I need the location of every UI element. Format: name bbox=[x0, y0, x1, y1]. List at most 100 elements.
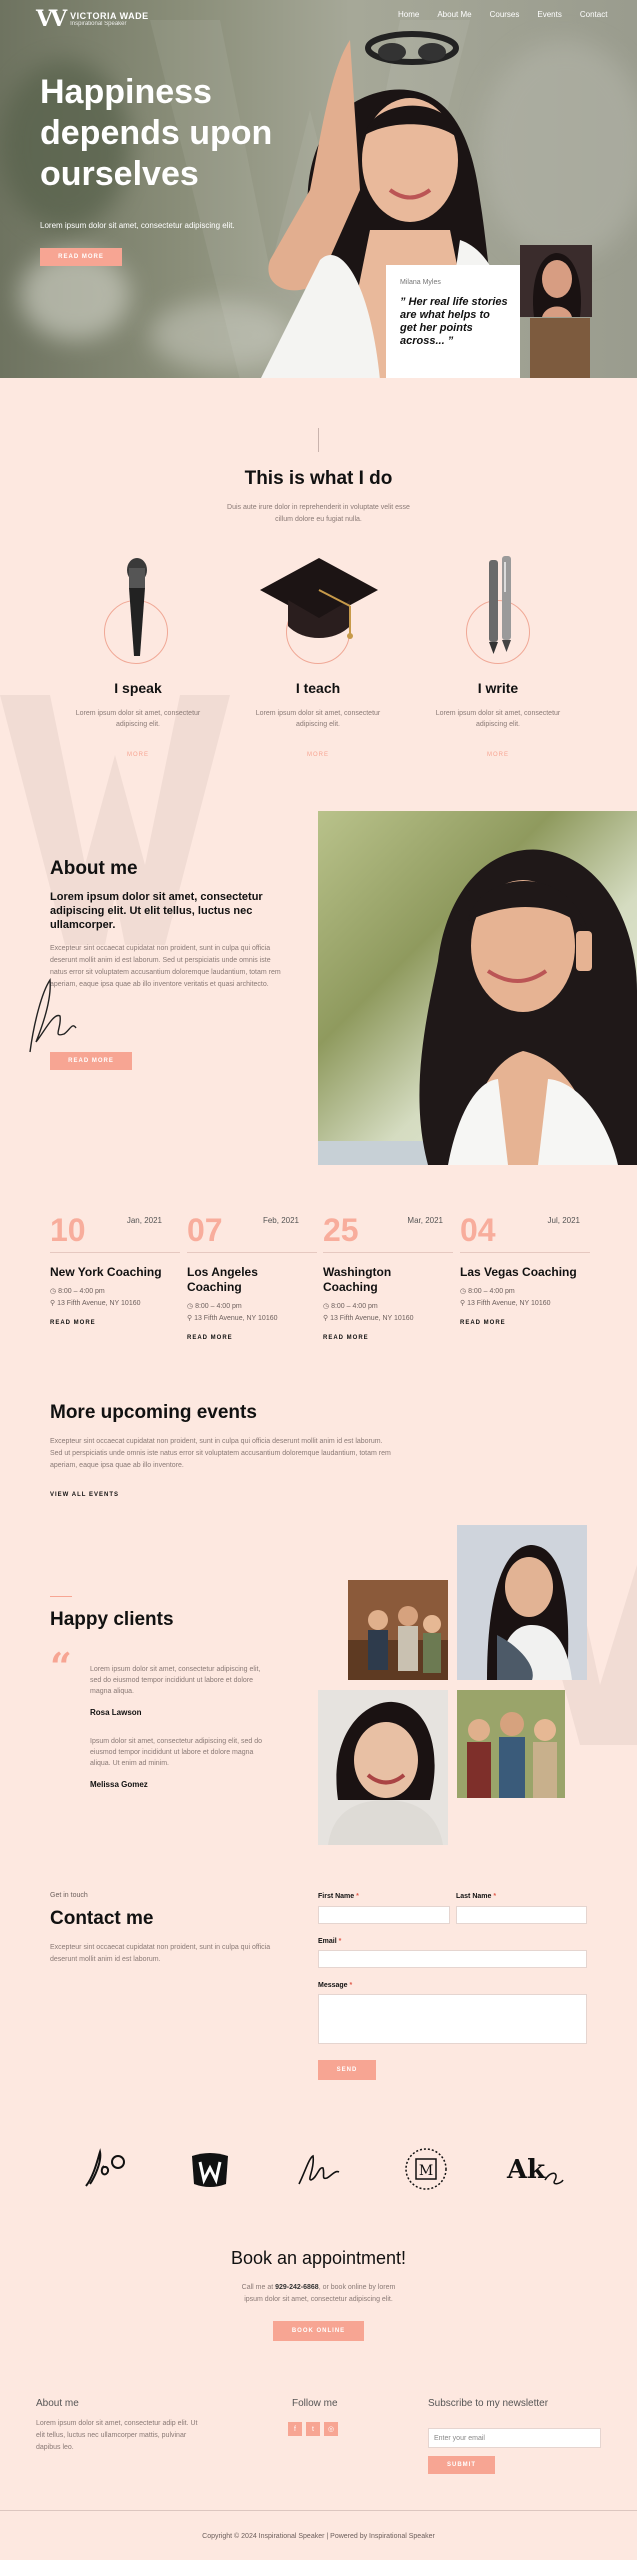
service-more-link[interactable]: MORE bbox=[418, 752, 578, 758]
event-date: Jan, 2021 bbox=[126, 1216, 162, 1225]
testimonial-name: Rosa Lawson bbox=[90, 1708, 142, 1717]
first-name-label: First Name * bbox=[318, 1893, 359, 1900]
testimonial-name: Melissa Gomez bbox=[90, 1780, 148, 1789]
event-rule bbox=[187, 1252, 317, 1253]
clock-icon: ◷ bbox=[50, 1288, 59, 1295]
client-photo bbox=[318, 1690, 448, 1845]
nav-courses[interactable]: Courses bbox=[490, 10, 520, 19]
facebook-icon[interactable]: f bbox=[288, 2422, 302, 2436]
partner-logo-2 bbox=[192, 2153, 228, 2187]
about-title: About me bbox=[50, 858, 138, 879]
quote-author: Milana Myles bbox=[400, 279, 441, 286]
graduation-cap-icon bbox=[260, 558, 378, 639]
logo-w-icon: VV bbox=[36, 6, 67, 32]
service-text-speak-1: Lorem ipsum dolor sit amet, consectetur bbox=[75, 710, 201, 717]
services-subtitle-2: cillum dolore eu fugiat nulla. bbox=[275, 516, 362, 523]
event-time: 8:00 – 4:00 pm bbox=[468, 1288, 515, 1295]
service-title-write: I write bbox=[477, 680, 519, 696]
brand-name: VICTORIA WADE bbox=[70, 11, 149, 21]
hero-title: Happiness depends upon ourselves bbox=[40, 73, 273, 193]
about-lead: Lorem ipsum dolor sit amet, consectetur … bbox=[50, 891, 263, 931]
services-title: This is what I do bbox=[244, 468, 393, 489]
quote-icon: “ bbox=[50, 1644, 72, 1689]
email-label: Email * bbox=[318, 1938, 342, 1945]
clock-icon: ◷ bbox=[460, 1288, 469, 1295]
message-label: Message * bbox=[318, 1982, 353, 1989]
event-date: Feb, 2021 bbox=[262, 1216, 299, 1225]
event-title[interactable]: Washington Coaching bbox=[323, 1265, 433, 1295]
event-read-more-link[interactable]: READ MORE bbox=[460, 1320, 590, 1326]
event-title[interactable]: New York Coaching bbox=[50, 1265, 180, 1280]
client-photo bbox=[348, 1580, 448, 1680]
footer-about-title: About me bbox=[36, 2398, 79, 2409]
testimonial-card: Milana Myles ” Her real life stories are… bbox=[386, 265, 520, 378]
message-textarea[interactable] bbox=[318, 1994, 587, 2044]
newsletter-submit-button[interactable]: SUBMIT bbox=[428, 2456, 495, 2474]
event-day: 04 bbox=[460, 1212, 496, 1248]
clients-title: Happy clients bbox=[50, 1609, 174, 1630]
nav-home[interactable]: Home bbox=[398, 10, 419, 19]
services-subtitle-1: Duis aute irure dolor in reprehenderit i… bbox=[227, 504, 410, 511]
last-name-input[interactable] bbox=[456, 1906, 587, 1924]
event-day: 25 bbox=[323, 1212, 359, 1248]
event-date: Mar, 2021 bbox=[407, 1216, 443, 1225]
phone-link[interactable]: 929-242-6868 bbox=[275, 2284, 319, 2291]
event-card: 04 Jul, 2021 Las Vegas Coaching ◷ 8:00 –… bbox=[460, 1212, 590, 1326]
newsletter-email-input[interactable]: Enter your email bbox=[428, 2428, 601, 2448]
view-all-events-link[interactable]: VIEW ALL EVENTS bbox=[50, 1492, 119, 1498]
service-text-write-1: Lorem ipsum dolor sit amet, consectetur bbox=[435, 710, 561, 717]
appointment-line-1: Call me at 929-242-6868, or book online … bbox=[241, 2284, 396, 2291]
client-photo bbox=[457, 1525, 587, 1680]
clock-icon: ◷ bbox=[323, 1303, 332, 1310]
event-card: 25 Mar, 2021 Washington Coaching ◷ 8:00 … bbox=[323, 1212, 453, 1341]
footer-about-text: Lorem ipsum dolor sit amet, consectetur … bbox=[36, 2420, 198, 2451]
contact-eyebrow: Get in touch bbox=[50, 1892, 88, 1899]
event-title[interactable]: Los Angeles Coaching bbox=[187, 1265, 297, 1295]
service-more-link[interactable]: MORE bbox=[58, 752, 218, 758]
copyright-text: Copyright © 2024 Inspirational Speaker |… bbox=[202, 2533, 435, 2540]
microphone-icon bbox=[127, 558, 147, 656]
hero-section: VV VICTORIA WADE Inspirational Speaker H… bbox=[0, 0, 637, 378]
twitter-icon[interactable]: t bbox=[306, 2422, 320, 2436]
event-read-more-link[interactable]: READ MORE bbox=[323, 1335, 453, 1341]
testimonial-text: Ipsum dolor sit amet, consectetur adipis… bbox=[90, 1738, 262, 1767]
partner-logo-3 bbox=[298, 2154, 340, 2185]
appointment-line-2: ipsum dolor sit amet, consectetur adipis… bbox=[244, 2296, 393, 2303]
event-rule bbox=[460, 1252, 590, 1253]
event-address: 13 Fifth Avenue, NY 10160 bbox=[467, 1300, 551, 1307]
event-date: Jul, 2021 bbox=[547, 1216, 580, 1225]
event-address: 13 Fifth Avenue, NY 10160 bbox=[330, 1315, 414, 1322]
svg-text:M: M bbox=[419, 2163, 433, 2179]
event-card: 07 Feb, 2021 Los Angeles Coaching ◷ 8:00… bbox=[187, 1212, 317, 1341]
event-read-more-link[interactable]: READ MORE bbox=[187, 1335, 317, 1341]
service-more-link[interactable]: MORE bbox=[238, 752, 398, 758]
more-events-title: More upcoming events bbox=[50, 1402, 257, 1423]
partner-logo-5: Ak bbox=[506, 2155, 564, 2185]
email-input[interactable] bbox=[318, 1950, 587, 1968]
contact-body: Excepteur sint occaecat cupidatat non pr… bbox=[50, 1944, 271, 1963]
nav-about[interactable]: About Me bbox=[437, 10, 471, 19]
first-name-input[interactable] bbox=[318, 1906, 450, 1924]
event-address: 13 Fifth Avenue, NY 10160 bbox=[194, 1315, 278, 1322]
section-divider bbox=[318, 428, 319, 452]
more-events-body: Excepteur sint occaecat cupidatat non pr… bbox=[50, 1438, 391, 1469]
newsletter-title: Subscribe to my newsletter bbox=[428, 2398, 549, 2409]
event-day: 07 bbox=[187, 1212, 223, 1248]
brand-tagline: Inspirational Speaker bbox=[70, 21, 127, 27]
nav-events[interactable]: Events bbox=[537, 10, 561, 19]
brand-logo[interactable]: VV VICTORIA WADE Inspirational Speaker bbox=[36, 6, 149, 32]
hero-read-more-button[interactable]: READ MORE bbox=[40, 248, 122, 266]
service-text-teach-2: adipiscing elit. bbox=[296, 721, 340, 728]
book-online-button[interactable]: BOOK ONLINE bbox=[273, 2321, 364, 2341]
about-read-more-button[interactable]: READ MORE bbox=[50, 1052, 132, 1070]
send-button[interactable]: SEND bbox=[318, 2060, 376, 2080]
service-title-teach: I teach bbox=[295, 680, 341, 696]
appointment-title: Book an appointment! bbox=[230, 2248, 407, 2268]
nav-contact[interactable]: Contact bbox=[580, 10, 608, 19]
instagram-icon[interactable]: ◎ bbox=[324, 2422, 338, 2436]
event-read-more-link[interactable]: READ MORE bbox=[50, 1320, 180, 1326]
hero-subtitle: Lorem ipsum dolor sit amet, consectetur … bbox=[40, 221, 235, 230]
event-address: 13 Fifth Avenue, NY 10160 bbox=[57, 1300, 141, 1307]
event-title[interactable]: Las Vegas Coaching bbox=[460, 1265, 590, 1280]
main-nav: Home About Me Courses Events Contact bbox=[398, 10, 607, 19]
